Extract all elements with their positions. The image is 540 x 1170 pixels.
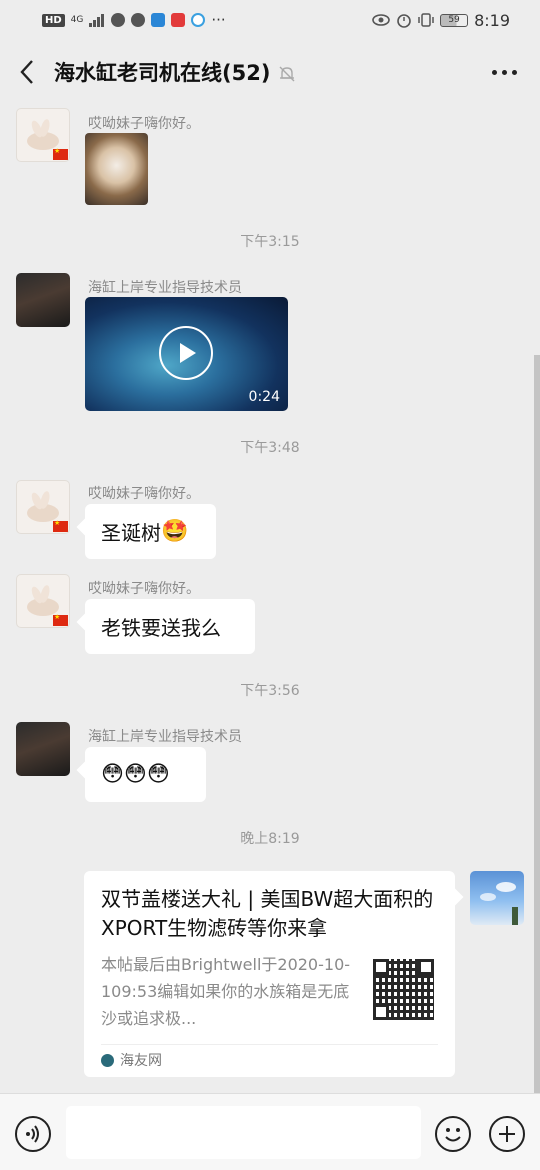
hd-badge: HD xyxy=(42,13,65,27)
sender-name: 哎呦妹子嗨你好。 xyxy=(88,116,200,132)
app-notification-icon xyxy=(131,13,146,27)
timestamp: 下午3:48 xyxy=(240,440,300,456)
qr-corner xyxy=(373,959,389,975)
battery-icon: 59 xyxy=(440,13,469,27)
sender-name: 哎呦妹子嗨你好。 xyxy=(88,486,200,502)
timestamp: 下午3:15 xyxy=(240,234,300,250)
timestamp: 下午3:56 xyxy=(240,683,300,699)
emoji-message[interactable]: 😳😳😳 xyxy=(85,747,206,802)
avatar[interactable] xyxy=(16,108,70,162)
status-right: 59 8:19 xyxy=(372,11,510,30)
sky-photo-icon xyxy=(480,882,518,925)
qr-corner xyxy=(373,1004,389,1020)
source-logo-icon xyxy=(101,1053,114,1067)
qr-code-icon xyxy=(373,959,434,1020)
timestamp: 晚上8:19 xyxy=(240,831,300,847)
browser-app-icon xyxy=(191,13,206,27)
flushed-emoji-icon: 😳😳😳 xyxy=(101,761,170,787)
plus-button[interactable] xyxy=(489,1116,525,1152)
card-divider xyxy=(101,1044,438,1045)
clock: 8:19 xyxy=(474,10,510,30)
video-message[interactable]: 0:24 xyxy=(85,297,288,411)
grinning-emoji-icon: 🤩 xyxy=(161,518,189,544)
more-dots-icon xyxy=(491,69,497,75)
video-duration: 0:24 xyxy=(248,389,280,405)
avatar[interactable] xyxy=(16,273,70,327)
more-dot xyxy=(501,69,507,75)
link-card[interactable]: 双节盖楼送大礼 | 美国BW超大面积的XPORT生物滤砖等你来拿 本帖最后由Br… xyxy=(84,871,455,1077)
emoji-button[interactable] xyxy=(435,1116,471,1152)
message-text: 老铁要送我么 xyxy=(101,616,221,640)
chat-app-icon xyxy=(111,13,126,27)
gallery-app-icon xyxy=(151,13,166,27)
voice-icon xyxy=(26,1125,39,1143)
network-label: 4G xyxy=(70,14,84,25)
vibrate-icon xyxy=(418,13,434,27)
status-bar: HD 4G ··· 59 8:19 xyxy=(0,0,540,40)
link-card-source: 海友网 xyxy=(101,1050,162,1070)
scrollbar[interactable] xyxy=(534,355,540,1093)
sender-name: 海缸上岸专业指导技术员 xyxy=(88,729,242,745)
chat-header: 海水缸老司机在线(52) xyxy=(0,40,540,104)
china-flag-icon xyxy=(53,613,68,626)
china-flag-icon xyxy=(53,147,68,160)
input-bar xyxy=(0,1093,540,1170)
sender-name: 海缸上岸专业指导技术员 xyxy=(88,280,242,296)
text-message[interactable]: 圣诞树 🤩 xyxy=(85,504,216,559)
alarm-icon xyxy=(397,14,411,28)
more-notifications-icon: ··· xyxy=(211,11,226,29)
text-message[interactable]: 老铁要送我么 xyxy=(85,599,255,654)
red-app-icon xyxy=(171,13,186,27)
avatar[interactable] xyxy=(16,574,70,628)
status-left: HD 4G ··· xyxy=(42,11,226,29)
link-card-description: 本帖最后由Brightwell于2020-10-109:53编辑如果你的水族箱是… xyxy=(101,955,351,1028)
source-name: 海友网 xyxy=(120,1053,162,1069)
emoji-icon xyxy=(445,1128,461,1142)
voice-button[interactable] xyxy=(15,1116,51,1152)
bell-muted-icon xyxy=(279,66,295,82)
sender-name: 哎呦妹子嗨你好。 xyxy=(88,581,200,597)
message-text: 圣诞树 xyxy=(101,521,161,545)
eye-icon xyxy=(372,14,390,26)
back-button[interactable] xyxy=(0,40,54,104)
avatar[interactable] xyxy=(16,722,70,776)
signal-icon xyxy=(89,13,105,27)
image-message[interactable] xyxy=(85,133,148,205)
chat-title: 海水缸老司机在线(52) xyxy=(54,61,271,85)
more-dot xyxy=(511,69,517,75)
chevron-left-icon xyxy=(20,60,33,84)
play-icon[interactable] xyxy=(159,326,213,380)
message-input[interactable] xyxy=(66,1106,421,1159)
avatar[interactable] xyxy=(16,480,70,534)
more-options-button[interactable] xyxy=(486,58,522,86)
link-card-title: 双节盖楼送大礼 | 美国BW超大面积的XPORT生物滤砖等你来拿 xyxy=(101,887,434,940)
china-flag-icon xyxy=(53,519,68,532)
qr-corner xyxy=(418,959,434,975)
my-avatar[interactable] xyxy=(470,871,524,925)
